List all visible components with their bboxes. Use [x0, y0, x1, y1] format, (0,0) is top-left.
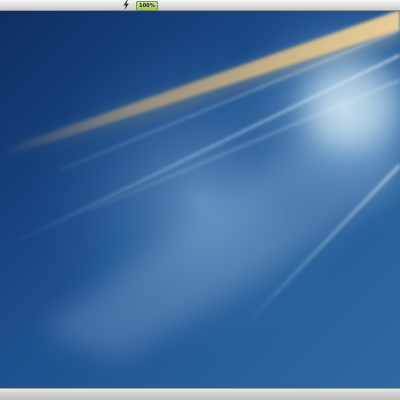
battery-percentage: 100%	[139, 3, 155, 9]
lightning-bolt-icon[interactable]	[122, 0, 130, 10]
top-panel: 100%	[0, 0, 400, 11]
battery-indicator[interactable]: 100%	[136, 1, 158, 11]
bottom-panel	[0, 388, 400, 400]
desktop-screen: 100%	[0, 0, 400, 400]
desktop-wallpaper[interactable]	[0, 0, 400, 400]
